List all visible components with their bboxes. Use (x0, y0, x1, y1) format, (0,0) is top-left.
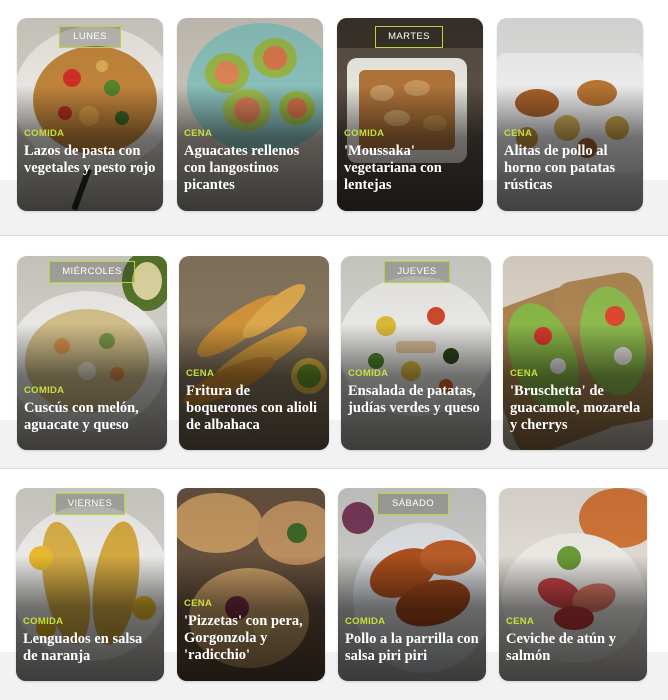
category-label: COMIDA (348, 368, 389, 379)
recipe-card[interactable]: CENA 'Pizzetas' con pera, Gorgonzola y '… (177, 488, 325, 681)
category-label: CENA (184, 128, 213, 139)
category-label: CENA (184, 598, 213, 609)
category-label: COMIDA (344, 128, 385, 139)
row-divider (0, 235, 668, 236)
recipe-card[interactable]: CENA Fritura de boquerones con alioli de… (179, 256, 329, 450)
recipe-card[interactable]: COMIDA Pollo a la parrilla con salsa pir… (338, 488, 486, 681)
recipe-title: 'Moussaka' vegetariana con lentejas (344, 143, 442, 193)
day-label-lunes: LUNES (59, 26, 121, 48)
recipe-card[interactable]: CENA Aguacates rellenos con langostinos … (177, 18, 323, 211)
recipe-title: Ensalada de patatas, judías verdes y que… (348, 383, 480, 416)
category-label: CENA (186, 368, 215, 379)
recipe-card[interactable]: CENA Alitas de pollo al horno con patata… (497, 18, 643, 211)
recipe-card[interactable]: CENA 'Bruschetta' de guacamole, mozarela… (503, 256, 653, 450)
recipe-card[interactable]: COMIDA Lenguados en salsa de naranja (16, 488, 164, 681)
category-label: CENA (506, 616, 535, 627)
category-label: COMIDA (345, 616, 386, 627)
recipe-title: Ceviche de atún y salmón (506, 631, 616, 664)
day-label-martes: MARTES (375, 26, 443, 48)
category-label: COMIDA (24, 385, 65, 396)
recipe-card[interactable]: CENA Ceviche de atún y salmón (499, 488, 647, 681)
day-label-sabado: SÁBADO (377, 493, 449, 515)
day-label-jueves: JUEVES (384, 261, 450, 283)
category-label: CENA (504, 128, 533, 139)
category-label: COMIDA (24, 128, 65, 139)
recipe-title: Aguacates rellenos con langostinos pican… (184, 143, 300, 193)
recipe-title: 'Bruschetta' de guacamole, mozarela y ch… (510, 383, 641, 433)
day-label-viernes: VIERNES (55, 493, 125, 515)
recipe-title: Lenguados en salsa de naranja (23, 631, 143, 664)
category-label: COMIDA (23, 616, 64, 627)
recipe-title: Fritura de boquerones con alioli de alba… (186, 383, 318, 433)
recipe-title: Pollo a la parrilla con salsa piri piri (345, 631, 479, 664)
row-divider (0, 468, 668, 469)
recipe-card[interactable]: COMIDA Cuscús con melón, aguacate y ques… (17, 256, 167, 450)
day-label-miercoles: MIÉRCOLES (49, 261, 135, 283)
recipe-title: Lazos de pasta con vegetales y pesto roj… (24, 143, 156, 176)
recipe-title: Cuscús con melón, aguacate y queso (24, 400, 139, 433)
recipe-title: 'Pizzetas' con pera, Gorgonzola y 'radic… (184, 613, 303, 663)
category-label: CENA (510, 368, 539, 379)
recipe-card[interactable]: COMIDA Ensalada de patatas, judías verde… (341, 256, 491, 450)
recipe-title: Alitas de pollo al horno con patatas rús… (504, 143, 616, 193)
